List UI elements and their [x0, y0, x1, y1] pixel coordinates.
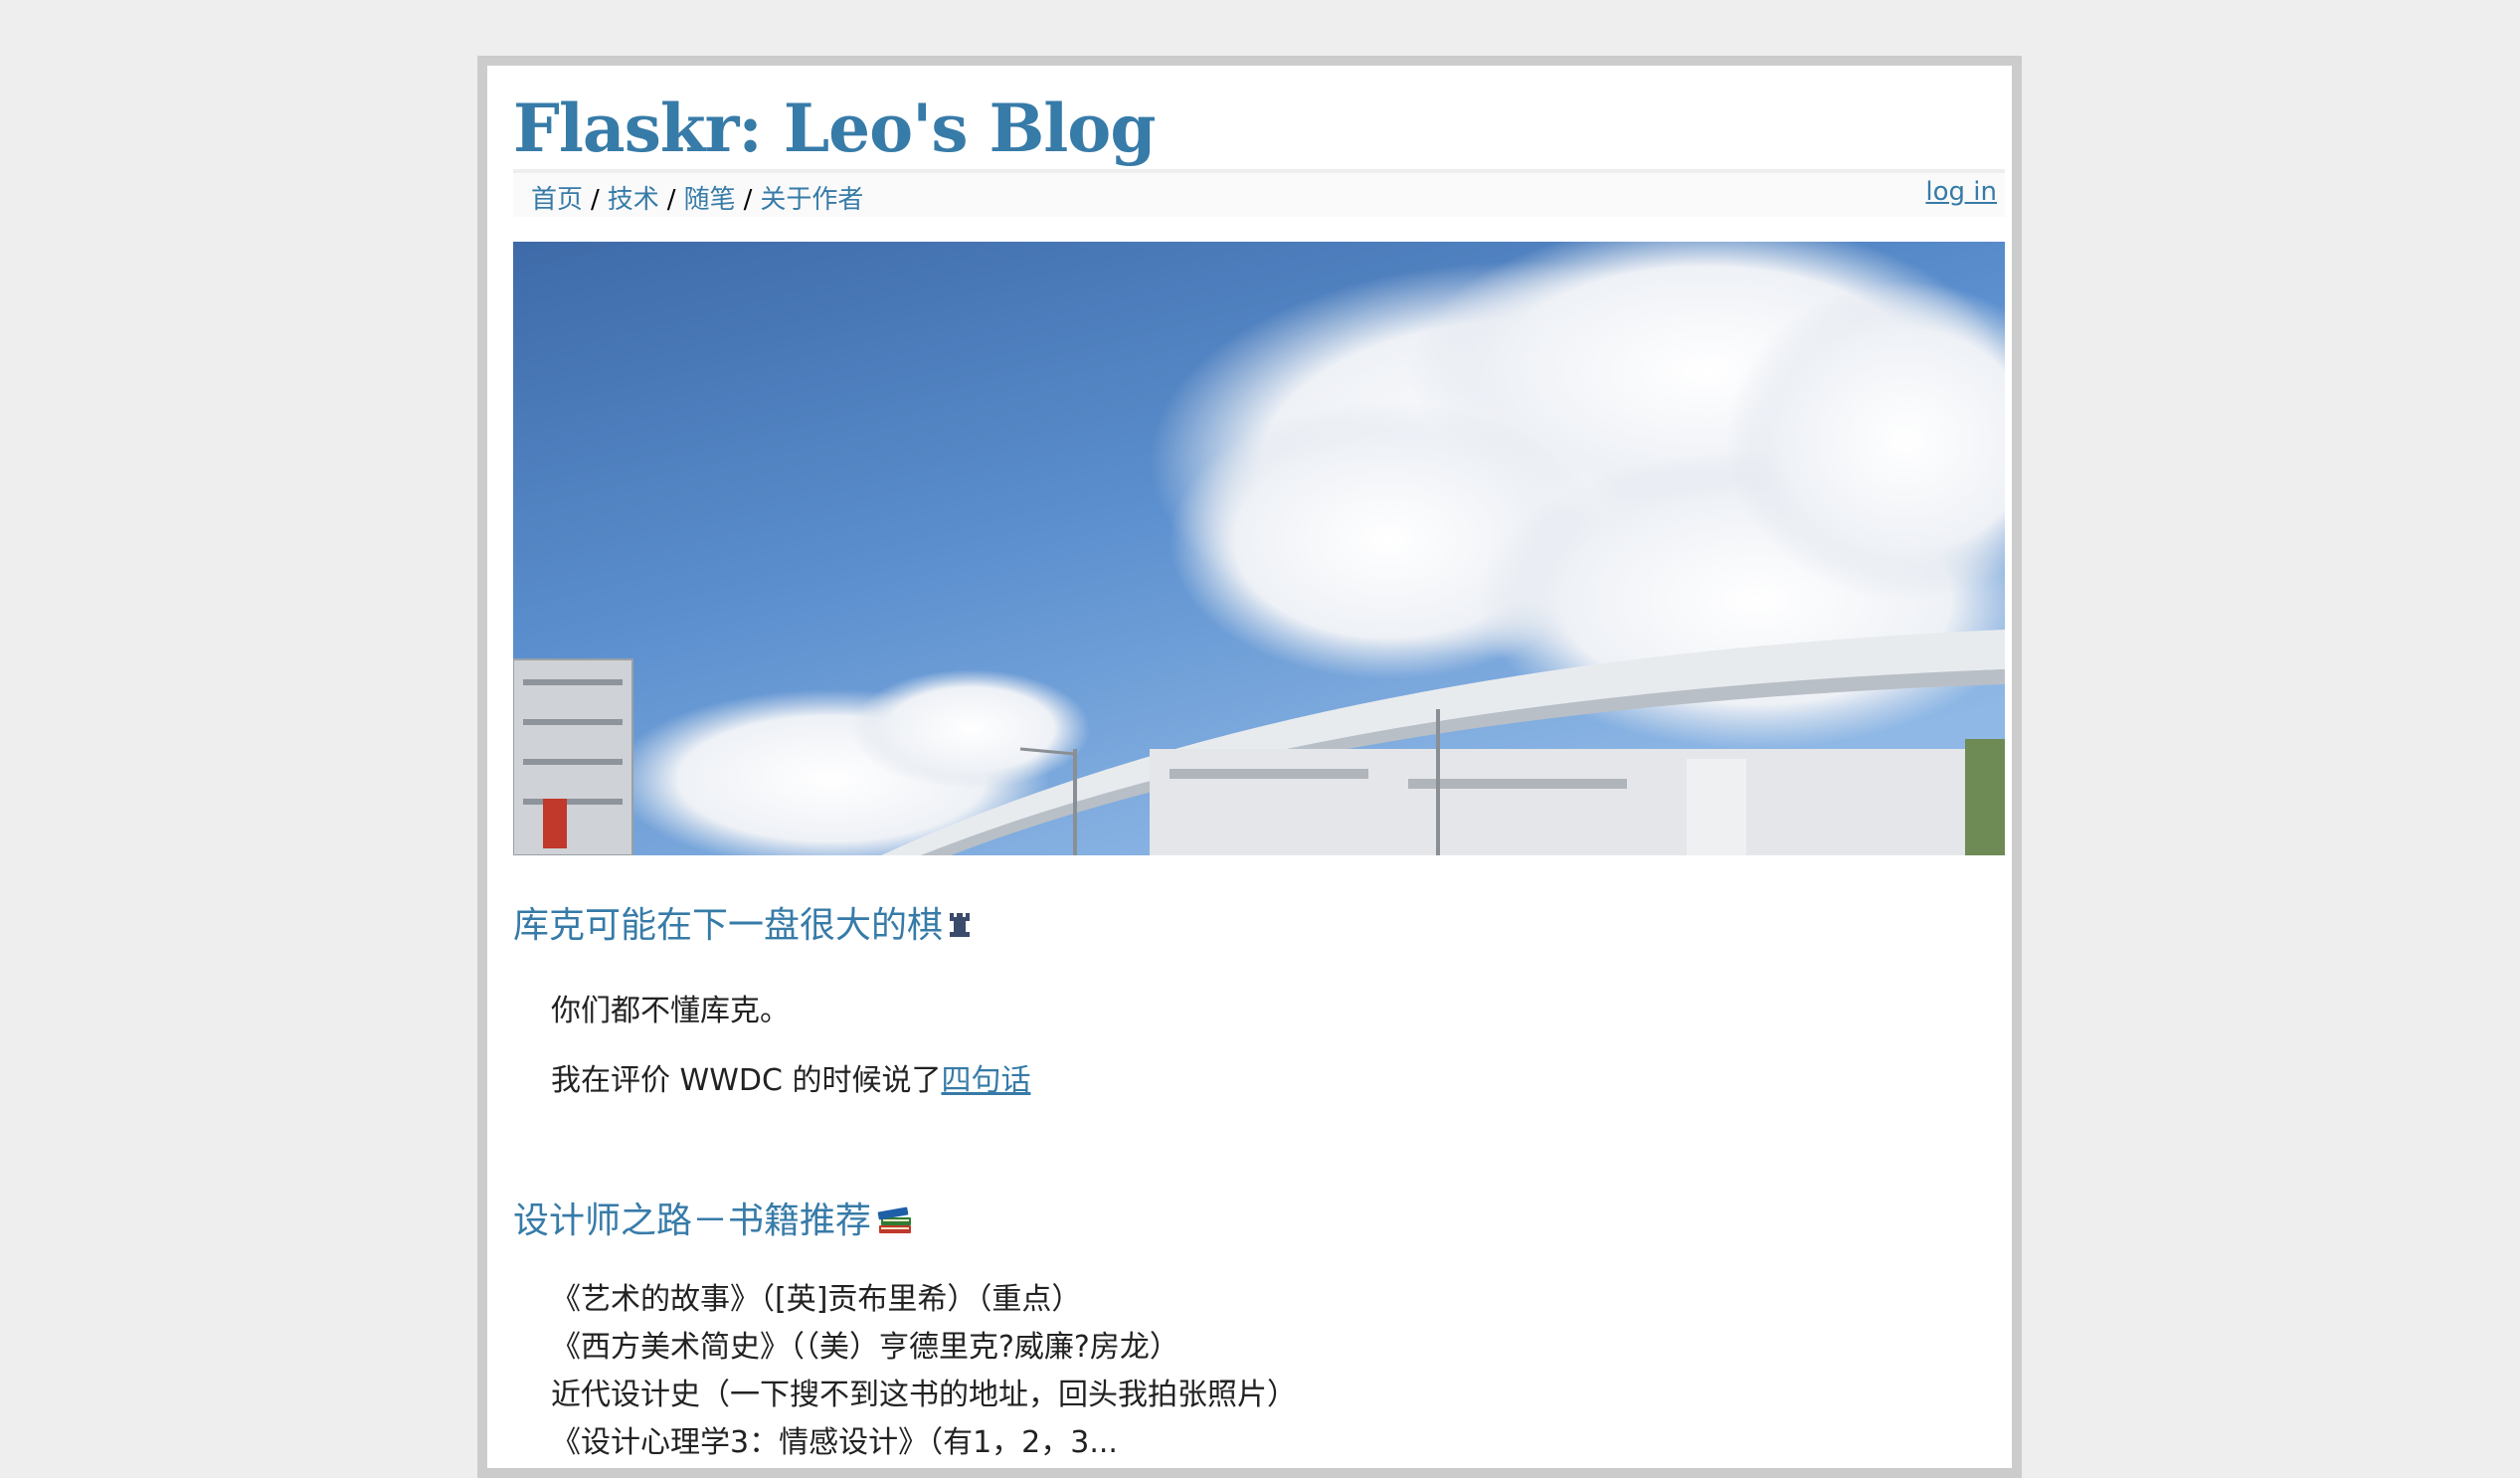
post-paragraph: 你们都不懂库克。	[551, 994, 790, 1028]
book-line: 近代设计史（一下搜不到这书的地址，回头我拍张照片）	[551, 1378, 1297, 1412]
post-title-text[interactable]: 设计师之路－书籍推荐	[513, 1201, 871, 1241]
nav-item-home[interactable]: 首页	[531, 185, 583, 215]
post-title[interactable]: 设计师之路－书籍推荐	[513, 1192, 915, 1248]
post-paragraph: 我在评价 WWDC 的时候说了四句话	[551, 1055, 1030, 1099]
main-nav: 首页 / 技术 / 随笔 / 关于作者	[531, 179, 863, 216]
books-icon	[875, 1200, 915, 1248]
nav-item-essays[interactable]: 随笔	[684, 185, 736, 215]
login-link[interactable]: log in	[1925, 177, 1997, 207]
post-title-text[interactable]: 库克可能在下一盘很大的棋	[513, 905, 943, 946]
book-line: 《艺术的故事》（[英]贡布里希）（重点）	[551, 1282, 1082, 1317]
nav-item-tech[interactable]: 技术	[608, 185, 659, 215]
site-title: Flaskr: Leo's Blog	[513, 90, 1156, 167]
chess-rook-icon	[947, 908, 973, 949]
header-banner-image	[513, 242, 2005, 855]
post-excerpt: 你们都不懂库克。 我在评价 WWDC 的时候说了四句话	[551, 986, 1030, 1099]
book-line: 《设计心理学3：情感设计》（有1，2，3...	[551, 1425, 1118, 1460]
nav-separator: /	[591, 185, 600, 215]
post-paragraph-text: 我在评价 WWDC 的时候说了	[551, 1063, 942, 1098]
nav-separator: /	[666, 185, 676, 215]
metanav-bar: 首页 / 技术 / 随笔 / 关于作者 log in	[513, 173, 2005, 217]
post-inline-link[interactable]: 四句话	[941, 1063, 1030, 1098]
page-container: Flaskr: Leo's Blog 首页 / 技术 / 随笔 / 关于作者 log in	[477, 56, 2022, 1478]
post-title[interactable]: 库克可能在下一盘很大的棋	[513, 896, 973, 949]
post-excerpt: 《艺术的故事》（[英]贡布里希）（重点） 《西方美术简史》（（美）亨德里克?威廉…	[551, 1276, 1297, 1467]
nav-item-about[interactable]: 关于作者	[760, 185, 863, 215]
nav-separator: /	[743, 185, 753, 215]
book-line: 《西方美术简史》（（美）亨德里克?威廉?房龙）	[551, 1330, 1179, 1365]
